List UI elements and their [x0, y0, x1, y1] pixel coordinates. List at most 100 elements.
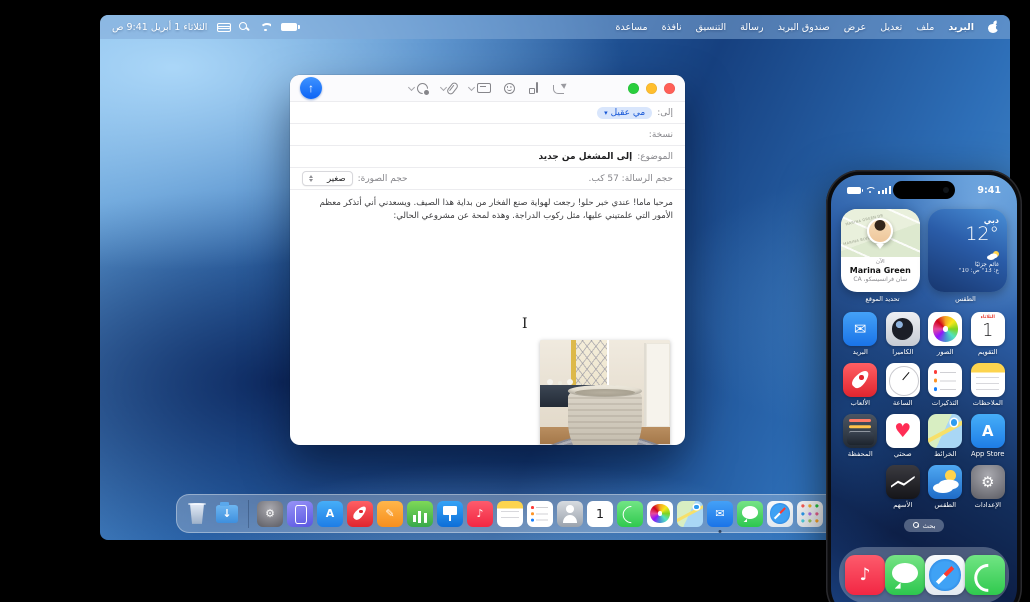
app-camera[interactable]: الكاميرا [882, 312, 925, 356]
wifi-icon[interactable] [259, 23, 271, 32]
app-clock[interactable]: الساعة [882, 363, 925, 407]
compose-toolbar [409, 82, 567, 95]
menu-item[interactable]: مساعدة [615, 22, 647, 33]
partly-cloudy-icon [987, 251, 999, 260]
app-settings[interactable]: ⚙ الإعدادات [967, 465, 1010, 509]
menu-bar-clock[interactable]: الثلاثاء 1 أبريل 9:41 ص [112, 22, 207, 33]
message-size: حجم الرسالة: 57 كب. [589, 174, 673, 184]
wifi-icon [865, 187, 875, 194]
attach-button[interactable] [441, 82, 456, 95]
dock-settings[interactable]: ⚙ [257, 501, 283, 527]
text-field-button[interactable] [469, 83, 491, 93]
dock-sep[interactable] [244, 501, 253, 527]
findmy-info: الآن Marina Green سان فرانسيسكو، CA [841, 257, 920, 292]
dock-contacts[interactable] [557, 501, 583, 527]
dock-notes[interactable] [497, 501, 523, 527]
spotlight-icon[interactable] [239, 22, 249, 32]
search-icon [913, 522, 920, 529]
paperclip-icon [445, 81, 459, 96]
menu-item[interactable]: رسالة [740, 22, 763, 33]
dock-numbers[interactable] [407, 501, 433, 527]
recipient-token[interactable]: مي عقيل ▾ [597, 107, 652, 119]
app-calendar[interactable]: الثلاثاء 1 التقويم [967, 312, 1010, 356]
app-appstore[interactable]: A App Store [967, 414, 1010, 458]
dock-downloads[interactable]: ↓ [214, 501, 240, 527]
app-reminders[interactable]: التذكيرات [924, 363, 967, 407]
dock-maps[interactable] [677, 501, 703, 527]
window-controls [628, 83, 675, 94]
dock-pages[interactable]: ✎ [377, 501, 403, 527]
dock-messages[interactable] [737, 501, 763, 527]
pdock-music[interactable]: ♪ [845, 555, 885, 595]
menu-item[interactable]: تعديل [880, 22, 902, 33]
iphone-screen[interactable]: 9:41 MARINA GREEN DR MARINA BLVD الآن Ma… [831, 175, 1017, 602]
zoom-button[interactable] [628, 83, 639, 94]
size-row: حجم الرسالة: 57 كب. حجم الصورة: صغير [290, 167, 685, 189]
apple-menu-icon[interactable] [988, 21, 998, 33]
menu-item[interactable]: ملف [916, 22, 934, 33]
control-center-icon[interactable] [217, 23, 229, 32]
pdock-messages[interactable] [885, 555, 925, 595]
photo-clay-pot [568, 385, 642, 445]
emoji-icon [504, 83, 515, 94]
app-weather[interactable]: الطقس [924, 465, 967, 509]
close-button[interactable] [664, 83, 675, 94]
dock-calendar[interactable]: 1 [587, 501, 613, 527]
ibeam-cursor: I [522, 317, 528, 331]
dock-music[interactable]: ♪ [467, 501, 493, 527]
app-mail[interactable]: ✉ البريد [839, 312, 882, 356]
dock-safari[interactable] [767, 501, 793, 527]
dock-apps-grid[interactable] [797, 501, 823, 527]
cc-field[interactable]: نسخة: [290, 123, 685, 145]
send-button[interactable]: ↑ [300, 77, 322, 99]
screen: الثلاثاء 1 أبريل 9:41 ص البريد ملف تعديل عر… [0, 0, 1030, 602]
battery-icon [847, 187, 861, 194]
cellular-signal-icon [878, 186, 891, 194]
dock-appstore[interactable]: A [317, 501, 343, 527]
subject-value: إلى المشغل من جديد [539, 152, 633, 162]
app-notes[interactable]: الملاحظات [967, 363, 1010, 407]
menu-item[interactable]: نافذة [662, 22, 682, 33]
menu-item[interactable]: صندوق البريد [778, 22, 830, 33]
emoji-button[interactable] [504, 83, 515, 94]
redirect-button[interactable] [553, 82, 567, 94]
pdock-phone[interactable] [965, 555, 1005, 595]
menu-item[interactable]: البريد [948, 22, 974, 33]
search-pill[interactable]: بحث [904, 519, 945, 532]
image-size-value: صغير [327, 174, 346, 184]
dock-games[interactable] [347, 501, 373, 527]
dock-keynote[interactable] [437, 501, 463, 527]
dock-reminders[interactable] [527, 501, 553, 527]
menu-item[interactable]: التنسيق [696, 22, 727, 33]
dock-trash[interactable] [184, 501, 210, 527]
to-label: إلى: [657, 108, 673, 118]
message-body[interactable]: مرحبا ماما! عندي خبر حلو! رجعت لهواية صن… [290, 189, 685, 445]
iphone-dock: ♪ [839, 547, 1009, 602]
app-stocks[interactable]: الأسهم [882, 465, 925, 509]
minimize-button[interactable] [646, 83, 657, 94]
widgets-row: MARINA GREEN DR MARINA BLVD الآن Marina … [831, 201, 1017, 292]
dock-photos[interactable] [647, 501, 673, 527]
app-maps[interactable]: الخرائط [924, 414, 967, 458]
to-field[interactable]: إلى: مي عقيل ▾ [290, 101, 685, 123]
mail-titlebar[interactable]: ↑ [290, 75, 685, 101]
pottery-photo[interactable] [540, 340, 670, 445]
subject-field[interactable]: الموضوع: إلى المشغل من جديد [290, 145, 685, 167]
app-games[interactable]: الألعاب [839, 363, 882, 407]
menu-bar-status: الثلاثاء 1 أبريل 9:41 ص [112, 22, 297, 33]
dock-iphone-mirroring[interactable] [287, 501, 313, 527]
app-photos[interactable]: الصور [924, 312, 967, 356]
findmy-widget[interactable]: MARINA GREEN DR MARINA BLVD الآن Marina … [841, 209, 920, 292]
app-health[interactable]: ♥ صحتي [882, 414, 925, 458]
insert-photo-button[interactable] [409, 83, 428, 94]
weather-widget[interactable]: دبي 12° غائم جزئيًا ع: 13° ص: 10° [928, 209, 1007, 292]
app-wallet[interactable]: المحفظة [839, 414, 882, 458]
menu-item[interactable]: عرض [844, 22, 866, 33]
iphone-status-icons [847, 186, 891, 194]
pdock-safari[interactable] [925, 555, 965, 595]
dock-phone[interactable] [617, 501, 643, 527]
dock-mail[interactable]: ✉ [707, 501, 733, 527]
mac-dock: ↓ ⚙ A ✎ ♪ [176, 494, 861, 533]
format-button[interactable] [528, 82, 540, 94]
image-size-stepper[interactable]: صغير [302, 171, 353, 186]
